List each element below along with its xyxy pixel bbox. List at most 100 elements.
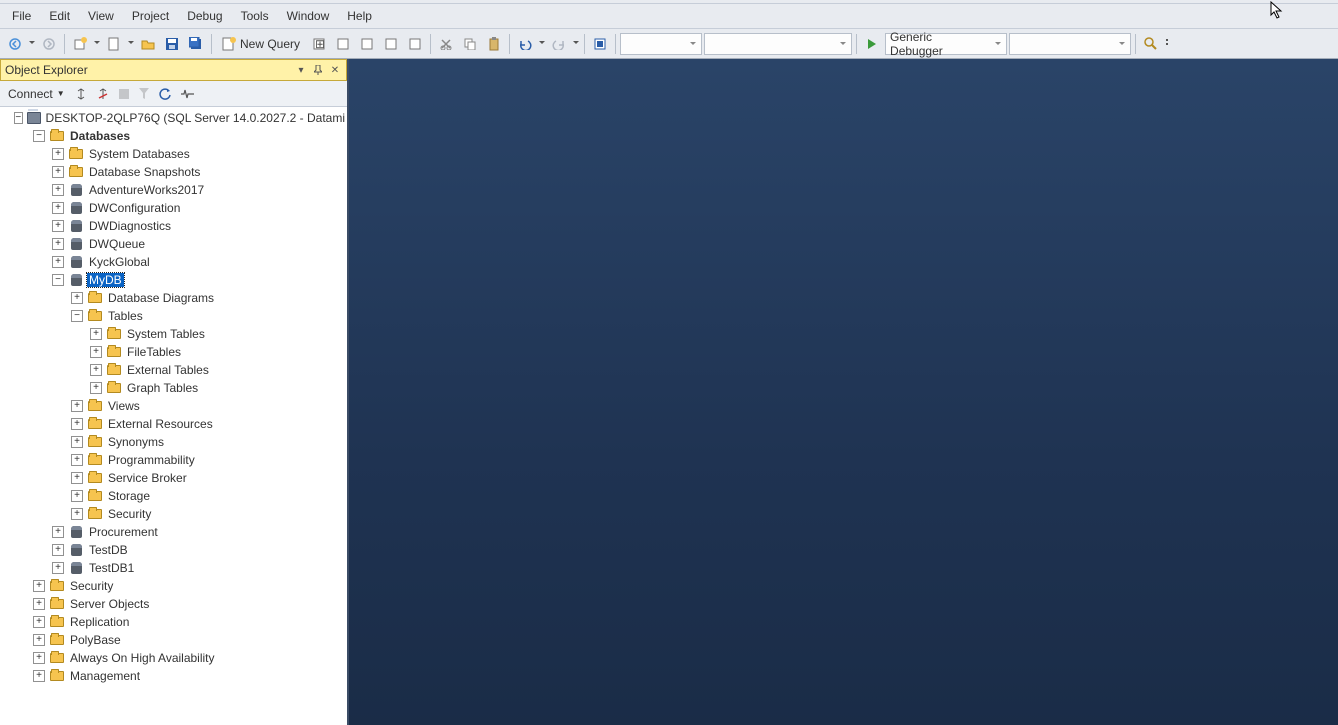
- connect-button[interactable]: Connect▼: [4, 84, 69, 104]
- tree-node-synonyms[interactable]: +Synonyms: [0, 433, 347, 451]
- expand-icon[interactable]: +: [33, 652, 45, 664]
- new-query-button[interactable]: New Query: [216, 33, 306, 55]
- new-file-button[interactable]: [103, 33, 125, 55]
- expand-icon[interactable]: +: [71, 472, 83, 484]
- stop-button[interactable]: [115, 84, 133, 104]
- object-explorer-titlebar[interactable]: Object Explorer ▾ ✕: [0, 59, 347, 81]
- tree-node-mydb-security[interactable]: +Security: [0, 505, 347, 523]
- expand-icon[interactable]: +: [71, 436, 83, 448]
- start-debug-button[interactable]: [861, 33, 883, 55]
- expand-icon[interactable]: +: [52, 526, 64, 538]
- expand-icon[interactable]: +: [71, 454, 83, 466]
- tree-node-tables[interactable]: −Tables: [0, 307, 347, 325]
- expand-icon[interactable]: +: [33, 634, 45, 646]
- collapse-icon[interactable]: −: [52, 274, 64, 286]
- tree-node-graph-tables[interactable]: +Graph Tables: [0, 379, 347, 397]
- tree-node-adventureworks[interactable]: +AdventureWorks2017: [0, 181, 347, 199]
- save-button[interactable]: [161, 33, 183, 55]
- menu-project[interactable]: Project: [124, 7, 177, 25]
- new-file-dropdown[interactable]: [127, 41, 135, 47]
- close-icon[interactable]: ✕: [328, 63, 342, 77]
- database-engine-query-button[interactable]: ⊞: [308, 33, 330, 55]
- tree-node-server-objects[interactable]: +Server Objects: [0, 595, 347, 613]
- connect-object-explorer-button[interactable]: [71, 84, 91, 104]
- expand-icon[interactable]: +: [52, 184, 64, 196]
- filter-button[interactable]: [135, 84, 153, 104]
- tree-node-filetables[interactable]: +FileTables: [0, 343, 347, 361]
- tree-node-database-snapshots[interactable]: +Database Snapshots: [0, 163, 347, 181]
- expand-icon[interactable]: +: [52, 238, 64, 250]
- solution-config-combo[interactable]: [620, 33, 702, 55]
- disconnect-button[interactable]: [93, 84, 113, 104]
- debugger-combo[interactable]: Generic Debugger: [885, 33, 1007, 55]
- expand-icon[interactable]: +: [33, 670, 45, 682]
- tree-node-system-tables[interactable]: +System Tables: [0, 325, 347, 343]
- tree-node-programmability[interactable]: +Programmability: [0, 451, 347, 469]
- tree-node-external-resources[interactable]: +External Resources: [0, 415, 347, 433]
- window-position-icon[interactable]: ▾: [294, 63, 308, 77]
- expand-icon[interactable]: +: [71, 292, 83, 304]
- collapse-icon[interactable]: −: [71, 310, 83, 322]
- expand-icon[interactable]: +: [52, 562, 64, 574]
- menu-debug[interactable]: Debug: [179, 7, 230, 25]
- nav-back-dropdown[interactable]: [28, 41, 36, 47]
- expand-icon[interactable]: +: [90, 346, 102, 358]
- expand-icon[interactable]: +: [52, 544, 64, 556]
- tree-node-polybase[interactable]: +PolyBase: [0, 631, 347, 649]
- collapse-icon[interactable]: −: [14, 112, 23, 124]
- tree-node-testdb1[interactable]: +TestDB1: [0, 559, 347, 577]
- expand-icon[interactable]: +: [52, 148, 64, 160]
- tree-node-replication[interactable]: +Replication: [0, 613, 347, 631]
- refresh-button[interactable]: [155, 84, 175, 104]
- tree-node-databases[interactable]: −Databases: [0, 127, 347, 145]
- tree-node-always-on[interactable]: +Always On High Availability: [0, 649, 347, 667]
- new-project-button[interactable]: [69, 33, 91, 55]
- expand-icon[interactable]: +: [71, 418, 83, 430]
- tree-node-dwdiagnostics[interactable]: +DWDiagnostics: [0, 217, 347, 235]
- activity-monitor-button[interactable]: [177, 84, 199, 104]
- tree-node-management[interactable]: +Management: [0, 667, 347, 685]
- redo-dropdown[interactable]: [572, 41, 580, 47]
- menu-file[interactable]: File: [4, 7, 39, 25]
- collapse-icon[interactable]: −: [33, 130, 45, 142]
- tree-node-dwqueue[interactable]: +DWQueue: [0, 235, 347, 253]
- debug-target-combo[interactable]: [1009, 33, 1131, 55]
- expand-icon[interactable]: +: [52, 220, 64, 232]
- tree-node-procurement[interactable]: +Procurement: [0, 523, 347, 541]
- tree-node-views[interactable]: +Views: [0, 397, 347, 415]
- expand-icon[interactable]: +: [52, 166, 64, 178]
- solution-button[interactable]: [589, 33, 611, 55]
- expand-icon[interactable]: +: [71, 490, 83, 502]
- undo-dropdown[interactable]: [538, 41, 546, 47]
- new-project-dropdown[interactable]: [93, 41, 101, 47]
- pin-icon[interactable]: [311, 63, 325, 77]
- cut-button[interactable]: [435, 33, 457, 55]
- menu-edit[interactable]: Edit: [41, 7, 78, 25]
- tree-node-external-tables[interactable]: +External Tables: [0, 361, 347, 379]
- tree-node-storage[interactable]: +Storage: [0, 487, 347, 505]
- menu-help[interactable]: Help: [339, 7, 380, 25]
- tree-node-dwconfiguration[interactable]: +DWConfiguration: [0, 199, 347, 217]
- save-all-button[interactable]: [185, 33, 207, 55]
- toolbar-overflow-button[interactable]: [1164, 33, 1176, 55]
- expand-icon[interactable]: +: [33, 616, 45, 628]
- nav-forward-button[interactable]: [38, 33, 60, 55]
- tree-node-system-databases[interactable]: +System Databases: [0, 145, 347, 163]
- tree-node-mydb[interactable]: −MyDB: [0, 271, 347, 289]
- expand-icon[interactable]: +: [52, 202, 64, 214]
- analysis-mdx-button[interactable]: [332, 33, 354, 55]
- menu-window[interactable]: Window: [279, 7, 338, 25]
- tree-node-server[interactable]: −DESKTOP-2QLP76Q (SQL Server 14.0.2027.2…: [0, 109, 347, 127]
- tree-node-kyckglobal[interactable]: +KyckGlobal: [0, 253, 347, 271]
- tree-node-database-diagrams[interactable]: +Database Diagrams: [0, 289, 347, 307]
- expand-icon[interactable]: +: [71, 400, 83, 412]
- menu-view[interactable]: View: [80, 7, 122, 25]
- expand-icon[interactable]: +: [71, 508, 83, 520]
- object-explorer-tree[interactable]: −DESKTOP-2QLP76Q (SQL Server 14.0.2027.2…: [0, 107, 347, 725]
- solution-platform-combo[interactable]: [704, 33, 852, 55]
- tree-node-security[interactable]: +Security: [0, 577, 347, 595]
- copy-button[interactable]: [459, 33, 481, 55]
- expand-icon[interactable]: +: [90, 364, 102, 376]
- nav-back-button[interactable]: [4, 33, 26, 55]
- analysis-xmla-button[interactable]: [380, 33, 402, 55]
